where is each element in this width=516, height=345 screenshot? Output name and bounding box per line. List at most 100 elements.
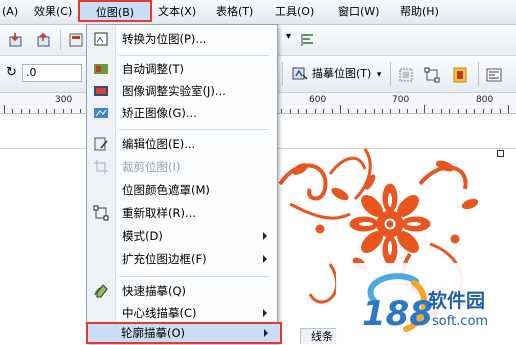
- trace-dropdown-arrow-icon: ▾: [376, 70, 382, 80]
- ruler-tick: [415, 109, 417, 113]
- ruler-tick: [71, 109, 73, 113]
- ruler-tick: [331, 109, 333, 113]
- ruler-tick: [474, 109, 476, 113]
- ruler-tick: [281, 109, 283, 113]
- menu-item-resample[interactable]: 重新取样(R)...: [87, 202, 277, 224]
- trace-bitmap-icon: [292, 67, 308, 80]
- ruler-tick: [382, 109, 383, 113]
- menu-item-bitmap-label: 位图(B): [95, 6, 135, 19]
- ruler-tick: [466, 109, 467, 113]
- menu-item-outline-trace[interactable]: 轮廓描摹(O): [86, 322, 282, 344]
- menu-item-auto-adjust[interactable]: 自动调整(T): [87, 58, 277, 80]
- ruler-tick: [348, 109, 350, 113]
- import-icon[interactable]: [8, 32, 24, 48]
- dropdown-arrow-icon[interactable]: ▾: [286, 31, 291, 42]
- auto-adjust-icon: [94, 64, 108, 74]
- watermark-number: 188: [362, 294, 433, 334]
- toolbar-separator: [60, 30, 61, 50]
- menu-item-convert-to-bitmap[interactable]: 转换为位图(P)...: [87, 28, 277, 50]
- align-icon[interactable]: [300, 32, 316, 48]
- menu-separator: [119, 55, 269, 56]
- menu-item-label: 中心线描摹(C): [122, 306, 197, 320]
- quick-trace-icon: [94, 284, 108, 298]
- ruler-tick: [62, 109, 64, 113]
- menu-item-bitmap-color-mask[interactable]: 位图颜色遮罩(M): [87, 179, 277, 201]
- menu-separator: [119, 276, 269, 277]
- ruler-tick: [440, 109, 442, 113]
- toolbar-separator: [282, 62, 283, 86]
- ruler-tick: [54, 109, 56, 113]
- image-lab-icon: [94, 86, 108, 96]
- menu-item-image-adjustment-lab[interactable]: 图像调整实验室(J)...: [87, 80, 277, 102]
- ruler-tick: [491, 109, 493, 113]
- convert-bitmap-icon: [94, 32, 108, 46]
- ruler-label-600: 600: [309, 95, 327, 105]
- menu-item-a[interactable]: (A): [2, 4, 18, 20]
- menu-item-label: 快速描摹(Q): [122, 284, 187, 298]
- ruler-tick: [29, 109, 31, 113]
- menu-item-label: 扩充位图边框(F): [122, 252, 207, 266]
- ruler-label-300: 300: [55, 95, 73, 105]
- frame-icon[interactable]: [452, 67, 468, 83]
- ruler-tick: [390, 109, 392, 113]
- menu-item-mode[interactable]: 模式(D): [87, 225, 277, 247]
- menu-item-inflate-bitmap[interactable]: 扩充位图边框(F): [87, 248, 277, 270]
- menu-item-straighten-image[interactable]: 矫正图像(G)...: [87, 102, 277, 124]
- ruler-tick: [424, 105, 425, 113]
- menu-item-bitmap[interactable]: 位图(B): [78, 0, 152, 22]
- trace-bitmap-button[interactable]: 描摹位图(T) ▾: [290, 64, 385, 84]
- menu-bar: (A) 效果(C) 位图(B) 文本(X) 表格(T) 工具(O) 窗口(W) …: [0, 0, 516, 25]
- trace-bitmap-label: 描摹位图(T): [312, 67, 372, 80]
- ruler-tick: [12, 109, 14, 113]
- bitmap-menu-dropdown: 转换为位图(P)... 自动调整(T) 图像调整实验室(J)... 矫正图像(G…: [86, 24, 278, 344]
- menu-item-text[interactable]: 文本(X): [158, 4, 196, 20]
- watermark-brand: 软件园: [428, 289, 485, 312]
- ruler-tick: [323, 109, 325, 113]
- ruler-tick: [340, 105, 341, 113]
- straighten-icon: [94, 108, 108, 118]
- crop-nodes-icon[interactable]: [424, 67, 440, 83]
- toolbar-separator: [390, 62, 391, 86]
- ruler-tick: [499, 109, 501, 113]
- wrap-text-icon[interactable]: [486, 67, 502, 83]
- menu-item-label: 转换为位图(P)...: [122, 32, 207, 46]
- menu-item-tools[interactable]: 工具(O): [275, 4, 314, 20]
- ruler-tick: [508, 105, 509, 113]
- ruler-tick: [46, 109, 47, 113]
- watermark-logo: 188 软件园 soft.com: [362, 273, 488, 334]
- menu-item-label: 裁剪位图(I): [122, 160, 181, 174]
- rotation-angle-field[interactable]: .0: [22, 64, 82, 82]
- menu-item-quick-trace[interactable]: 快速描摹(Q): [87, 280, 277, 302]
- submenu-arrow-icon: [264, 329, 268, 337]
- edit-bitmap-icon: [94, 137, 108, 151]
- ruler-tick: [457, 109, 459, 113]
- ruler-tick: [20, 109, 22, 113]
- menu-item-table[interactable]: 表格(T): [216, 4, 253, 20]
- menu-item-label: 图像调整实验室(J)...: [122, 84, 226, 98]
- menu-item-label: 自动调整(T): [122, 62, 184, 76]
- menu-separator: [119, 129, 269, 130]
- crop-bitmap-icon: [94, 160, 108, 174]
- menu-item-effects[interactable]: 效果(C): [34, 4, 72, 20]
- ruler-label-700: 700: [392, 95, 410, 105]
- ruler-label-800: 800: [476, 95, 494, 105]
- ruler-tick: [314, 109, 316, 113]
- menu-item-label: 位图颜色遮罩(M): [122, 183, 210, 197]
- export-icon[interactable]: [36, 32, 52, 48]
- tab-line-label: 线条: [311, 330, 333, 343]
- menu-item-window[interactable]: 窗口(W): [338, 4, 379, 20]
- watermark-188soft: 188 软件园 soft.com: [336, 263, 516, 344]
- menu-item-edit-bitmap[interactable]: 编辑位图(E)...: [87, 133, 277, 155]
- launcher-icon[interactable]: [68, 32, 84, 48]
- menu-item-centerline-trace[interactable]: 中心线描摹(C): [87, 302, 277, 324]
- menu-item-help[interactable]: 帮助(H): [400, 4, 439, 20]
- ruler-tick: [4, 105, 5, 113]
- bitmap-mask-icon[interactable]: [398, 67, 414, 83]
- rotation-angle-value: .0: [26, 66, 37, 79]
- submenu-arrow-icon: [263, 232, 267, 240]
- rotate-icon: ↻: [6, 65, 17, 80]
- ruler-tick: [289, 109, 291, 113]
- ruler-tick: [365, 109, 367, 113]
- menu-item-label: 模式(D): [122, 229, 163, 243]
- ruler-tick: [407, 109, 409, 113]
